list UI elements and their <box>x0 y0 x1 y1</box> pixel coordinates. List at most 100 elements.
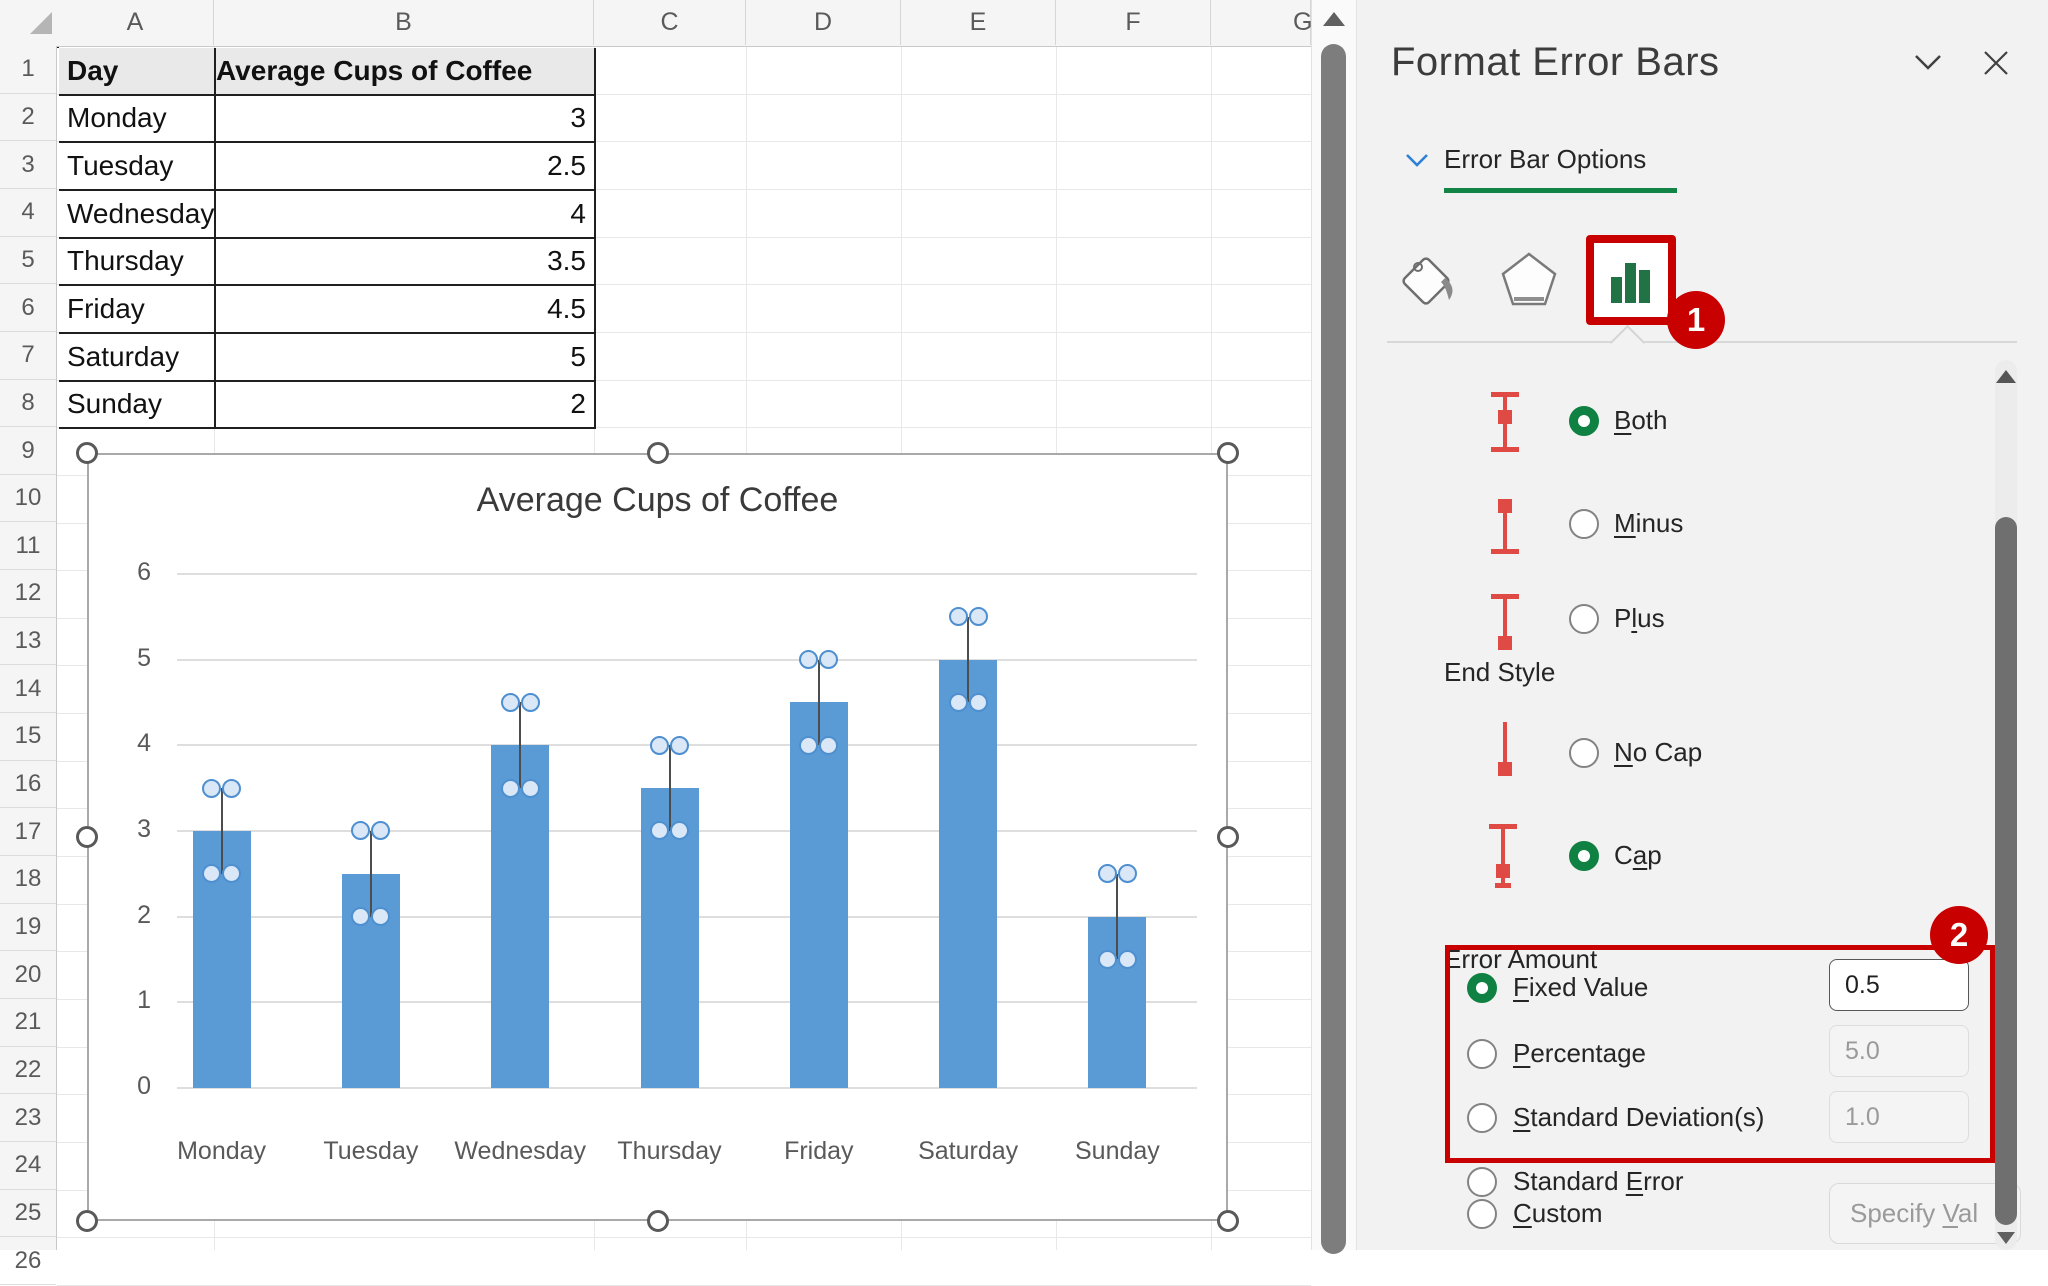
chart-resize-handle[interactable] <box>647 1210 669 1232</box>
bar-saturday[interactable] <box>939 660 997 1089</box>
row-header-7[interactable]: 7 <box>0 332 56 380</box>
row-header-20[interactable]: 20 <box>0 951 56 999</box>
row-header-25[interactable]: 25 <box>0 1190 56 1238</box>
chart-resize-handle[interactable] <box>1217 1210 1239 1232</box>
column-header-e[interactable]: E <box>901 0 1056 45</box>
minus-radio[interactable] <box>1569 509 1599 539</box>
error-bar[interactable] <box>519 702 521 788</box>
column-header-c[interactable]: C <box>594 0 746 45</box>
error-bar-handle[interactable] <box>1098 864 1117 883</box>
row-header-8[interactable]: 8 <box>0 380 56 428</box>
error-bar[interactable] <box>967 617 969 703</box>
error-bar-handle[interactable] <box>1098 950 1117 969</box>
row-header-17[interactable]: 17 <box>0 808 56 856</box>
pane-scroll-up-icon[interactable] <box>1996 370 2016 383</box>
error-bar-handle[interactable] <box>222 779 241 798</box>
error-bar[interactable] <box>370 831 372 917</box>
scrollbar-thumb[interactable] <box>1321 44 1346 1254</box>
table-cell[interactable]: Tuesday <box>59 143 216 191</box>
row-header-23[interactable]: 23 <box>0 1094 56 1142</box>
row-header-18[interactable]: 18 <box>0 856 56 904</box>
column-header-g[interactable]: G <box>1211 0 1311 45</box>
row-header-12[interactable]: 12 <box>0 570 56 618</box>
row-header-16[interactable]: 16 <box>0 761 56 809</box>
row-header-10[interactable]: 10 <box>0 475 56 523</box>
table-cell[interactable]: 2 <box>216 382 596 430</box>
column-header-b[interactable]: B <box>214 0 594 45</box>
custom-radio[interactable] <box>1467 1199 1497 1229</box>
standard-error-radio[interactable] <box>1467 1167 1497 1197</box>
both-radio[interactable] <box>1569 406 1599 436</box>
error-bar-handle[interactable] <box>1118 864 1137 883</box>
error-bar[interactable] <box>1116 874 1118 960</box>
chevron-down-icon[interactable] <box>1913 52 1943 72</box>
table-cell[interactable]: Thursday <box>59 239 216 287</box>
row-header-3[interactable]: 3 <box>0 141 56 189</box>
error-bar[interactable] <box>818 660 820 746</box>
error-bar-handle[interactable] <box>650 736 669 755</box>
table-cell[interactable]: 4.5 <box>216 286 596 334</box>
standard-error-label[interactable]: Standard Error <box>1513 1166 1684 1197</box>
row-header-6[interactable]: 6 <box>0 284 56 332</box>
section-error-bar-options[interactable]: Error Bar Options <box>1444 144 1646 175</box>
error-bar[interactable] <box>669 745 671 831</box>
table-header-cell[interactable]: Average Cups of Coffee <box>216 48 596 96</box>
error-bar-handle[interactable] <box>351 821 370 840</box>
table-cell[interactable]: 5 <box>216 334 596 382</box>
row-header-11[interactable]: 11 <box>0 523 56 571</box>
error-bar-handle[interactable] <box>521 779 540 798</box>
scroll-up-icon[interactable] <box>1323 12 1345 26</box>
error-bar-handle[interactable] <box>969 693 988 712</box>
select-all-corner[interactable] <box>30 12 52 34</box>
plus-label[interactable]: Plus <box>1614 603 1665 634</box>
column-headers[interactable]: ABCDEFG <box>0 0 1311 47</box>
table-cell[interactable]: 2.5 <box>216 143 596 191</box>
row-header-2[interactable]: 2 <box>0 94 56 142</box>
bar-wednesday[interactable] <box>491 745 549 1088</box>
table-cell[interactable]: Friday <box>59 286 216 334</box>
row-header-19[interactable]: 19 <box>0 904 56 952</box>
close-icon[interactable] <box>1983 50 2009 76</box>
column-header-f[interactable]: F <box>1056 0 1211 45</box>
error-bar-handle[interactable] <box>949 607 968 626</box>
table-cell[interactable]: Saturday <box>59 334 216 382</box>
error-bar-handle[interactable] <box>501 779 520 798</box>
column-header-a[interactable]: A <box>57 0 214 45</box>
cap-radio[interactable] <box>1569 841 1599 871</box>
chart-resize-handle[interactable] <box>76 826 98 848</box>
error-bar-handle[interactable] <box>819 736 838 755</box>
error-bar-handle[interactable] <box>969 607 988 626</box>
row-header-14[interactable]: 14 <box>0 665 56 713</box>
both-label[interactable]: Both <box>1614 405 1668 436</box>
table-cell[interactable]: Monday <box>59 96 216 144</box>
error-bar-handle[interactable] <box>819 650 838 669</box>
table-header-cell[interactable]: Day <box>59 48 216 96</box>
chart-title[interactable]: Average Cups of Coffee <box>89 481 1226 520</box>
chart-resize-handle[interactable] <box>1217 826 1239 848</box>
error-bar-handle[interactable] <box>1118 950 1137 969</box>
plus-radio[interactable] <box>1569 604 1599 634</box>
section-chevron-down-icon[interactable] <box>1405 152 1429 168</box>
chart-resize-handle[interactable] <box>76 1210 98 1232</box>
sheet-vertical-scrollbar[interactable] <box>1311 0 1357 1250</box>
pane-scroll-down-icon[interactable] <box>1997 1232 2015 1244</box>
error-bar-handle[interactable] <box>202 779 221 798</box>
error-bar-handle[interactable] <box>949 693 968 712</box>
row-header-22[interactable]: 22 <box>0 1047 56 1095</box>
row-header-9[interactable]: 9 <box>0 427 56 475</box>
error-bar-handle[interactable] <box>799 736 818 755</box>
bar-friday[interactable] <box>790 702 848 1088</box>
table-cell[interactable]: Sunday <box>59 382 216 430</box>
column-header-d[interactable]: D <box>746 0 901 45</box>
error-bar-handle[interactable] <box>799 650 818 669</box>
cap-label[interactable]: Cap <box>1614 840 1662 871</box>
error-bar-options-tab-selected[interactable] <box>1586 235 1676 325</box>
row-header-21[interactable]: 21 <box>0 999 56 1047</box>
fill-line-tab[interactable] <box>1401 250 1463 312</box>
table-cell[interactable]: 4 <box>216 191 596 239</box>
row-headers[interactable]: 1234567891011121314151617181920212223242… <box>0 46 57 1250</box>
no-cap-radio[interactable] <box>1569 738 1599 768</box>
custom-label[interactable]: Custom <box>1513 1198 1603 1229</box>
chart-resize-handle[interactable] <box>647 442 669 464</box>
error-bar-handle[interactable] <box>371 821 390 840</box>
